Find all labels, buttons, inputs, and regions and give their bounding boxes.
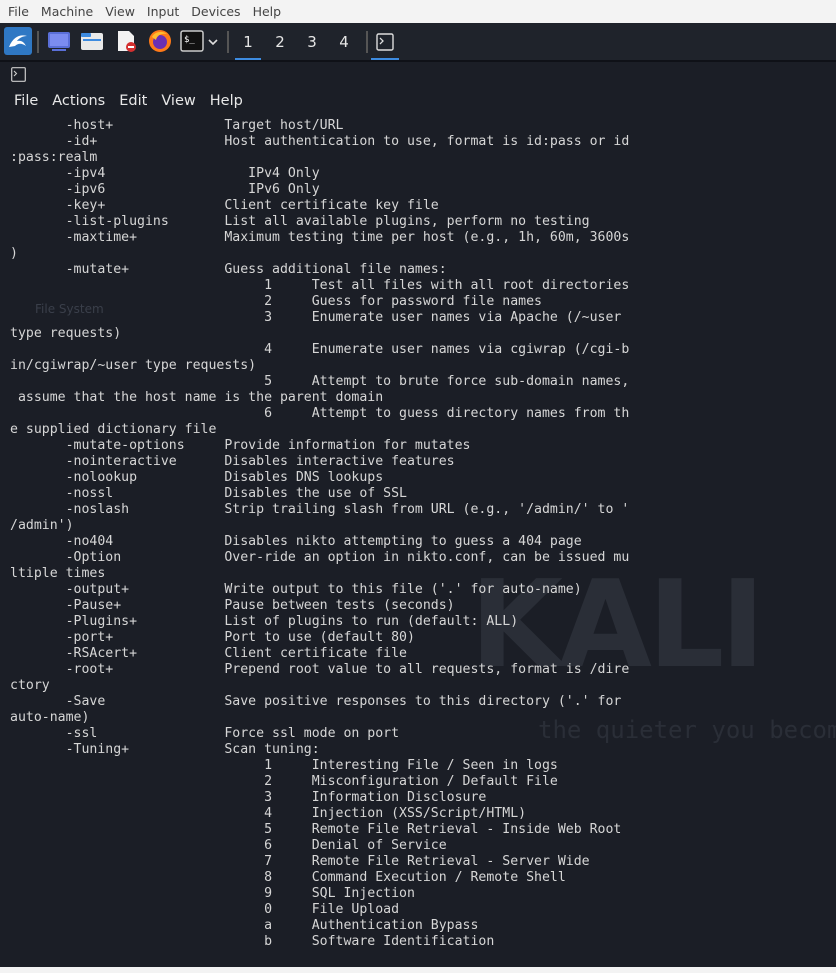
terminal-titlebar[interactable] — [0, 62, 836, 86]
terminal-line: -ssl Force ssl mode on port — [10, 726, 400, 741]
terminal-menubar: File Actions Edit View Help — [0, 90, 243, 112]
terminal-line: -Option Over-ride an option in nikto.con… — [10, 550, 630, 565]
terminal-line: -output+ Write output to this file ('.' … — [10, 582, 582, 597]
terminal-line: -RSAcert+ Client certificate file — [10, 646, 407, 661]
terminal-line: -mutate-options Provide information for … — [10, 438, 471, 453]
terminal-window-icon — [376, 33, 394, 51]
terminal-line: 3 Information Disclosure — [10, 790, 487, 805]
terminal-menu-file[interactable]: File — [14, 93, 38, 109]
terminal-line: -list-plugins List all available plugins… — [10, 214, 590, 229]
terminal-line: 2 Misconfiguration / Default File — [10, 774, 558, 789]
workspace-1[interactable]: 1 — [233, 27, 263, 60]
terminal-line: -ipv6 IPv6 Only — [10, 182, 320, 197]
file-manager-icon[interactable] — [80, 29, 104, 53]
host-menubar: File Machine View Input Devices Help — [0, 0, 836, 23]
terminal-line: -root+ Prepend root value to all request… — [10, 662, 630, 677]
terminal-line: -mutate+ Guess additional file names: — [10, 262, 447, 277]
terminal-line: a Authentication Bypass — [10, 918, 479, 933]
terminal-window: File Actions Edit View Help File System … — [0, 62, 836, 967]
panel-separator — [227, 31, 229, 53]
terminal-line: b Software Identification — [10, 934, 495, 949]
workspace-3[interactable]: 3 — [297, 27, 327, 57]
terminal-menu-actions[interactable]: Actions — [52, 93, 105, 109]
host-menu-file[interactable]: File — [8, 4, 29, 19]
panel-separator — [366, 31, 368, 53]
terminal-line: ltiple times — [10, 566, 106, 581]
terminal-menu-help[interactable]: Help — [210, 93, 243, 109]
terminal-line: -nossl Disables the use of SSL — [10, 486, 407, 501]
kali-menu-icon[interactable] — [4, 27, 32, 55]
terminal-line: -id+ Host authentication to use, format … — [10, 134, 630, 149]
terminal-line: -Tuning+ Scan tuning: — [10, 742, 320, 757]
host-statusbar — [0, 967, 836, 973]
terminal-menu-view[interactable]: View — [161, 93, 195, 109]
terminal-line: type requests) — [10, 326, 122, 341]
chevron-down-icon[interactable] — [207, 36, 219, 48]
workspace-2[interactable]: 2 — [265, 27, 295, 57]
terminal-line: 4 Injection (XSS/Script/HTML) — [10, 806, 527, 821]
terminal-line: -Plugins+ List of plugins to run (defaul… — [10, 614, 519, 629]
terminal-line: -port+ Port to use (default 80) — [10, 630, 415, 645]
terminal-line: 2 Guess for password file names — [10, 294, 542, 309]
host-menu-help[interactable]: Help — [253, 4, 282, 19]
terminal-line: 0 File Upload — [10, 902, 400, 917]
terminal-line: 6 Attempt to guess directory names from … — [10, 406, 630, 421]
host-menu-machine[interactable]: Machine — [41, 4, 93, 19]
host-menu-view[interactable]: View — [105, 4, 135, 19]
terminal-line: 9 SQL Injection — [10, 886, 415, 901]
terminal-line: -noslash Strip trailing slash from URL (… — [10, 502, 630, 517]
terminal-line: -maxtime+ Maximum testing time per host … — [10, 230, 630, 245]
terminal-line: in/cgiwrap/~user type requests) — [10, 358, 257, 373]
terminal-line: ctory — [10, 678, 50, 693]
taskbar-terminal-window[interactable] — [369, 27, 401, 60]
terminal-line: 5 Remote File Retrieval - Inside Web Roo… — [10, 822, 622, 837]
terminal-line: 5 Attempt to brute force sub-domain name… — [10, 374, 630, 389]
terminal-line: 1 Interesting File / Seen in logs — [10, 758, 558, 773]
terminal-line: e supplied dictionary file — [10, 422, 217, 437]
kali-panel: $_ 1 2 3 4 — [0, 23, 836, 60]
terminal-icon[interactable]: $_ — [180, 29, 204, 53]
host-menu-input[interactable]: Input — [147, 4, 179, 19]
svg-text:$_: $_ — [184, 35, 195, 45]
terminal-line: 7 Remote File Retrieval - Server Wide — [10, 854, 590, 869]
terminal-title-icon — [11, 67, 26, 82]
terminal-line: 3 Enumerate user names via Apache (/~use… — [10, 310, 622, 325]
terminal-line: assume that the host name is the parent … — [10, 390, 384, 405]
terminal-line: -nointeractive Disables interactive feat… — [10, 454, 455, 469]
terminal-line: -ipv4 IPv4 Only — [10, 166, 320, 181]
terminal-line: -no404 Disables nikto attempting to gues… — [10, 534, 582, 549]
terminal-line: -key+ Client certificate key file — [10, 198, 439, 213]
terminal-output-area[interactable]: File System KALI the quieter you become … — [0, 116, 836, 964]
terminal-menu-edit[interactable]: Edit — [119, 93, 147, 109]
firefox-icon[interactable] — [148, 29, 172, 53]
panel-separator — [37, 31, 39, 53]
terminal-line: 4 Enumerate user names via cgiwrap (/cgi… — [10, 342, 630, 357]
text-editor-icon[interactable] — [114, 29, 138, 53]
terminal-output: -host+ Target host/URL -id+ Host authent… — [10, 118, 629, 950]
terminal-line: ) — [10, 246, 18, 261]
desktop-icon[interactable] — [47, 29, 71, 53]
terminal-line: 1 Test all files with all root directori… — [10, 278, 630, 293]
terminal-line: /admin') — [10, 518, 74, 533]
workspace-4[interactable]: 4 — [329, 27, 359, 57]
terminal-line: -Save Save positive responses to this di… — [10, 694, 622, 709]
terminal-line: :pass:realm — [10, 150, 98, 165]
terminal-line: auto-name) — [10, 710, 90, 725]
terminal-line: 6 Denial of Service — [10, 838, 447, 853]
terminal-line: 8 Command Execution / Remote Shell — [10, 870, 566, 885]
terminal-line: -Pause+ Pause between tests (seconds) — [10, 598, 455, 613]
host-menu-devices[interactable]: Devices — [191, 4, 240, 19]
terminal-line: -host+ Target host/URL — [10, 118, 344, 133]
terminal-line: -nolookup Disables DNS lookups — [10, 470, 384, 485]
